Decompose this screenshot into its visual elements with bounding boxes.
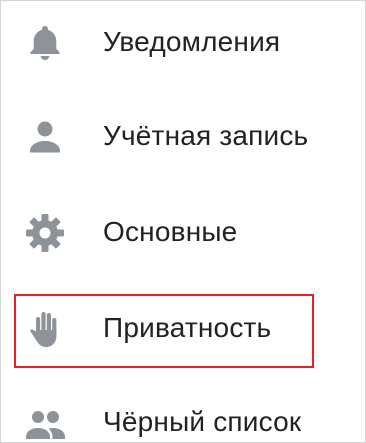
gear-icon — [23, 211, 67, 255]
menu-item-account[interactable]: Учётная запись — [1, 105, 365, 169]
people-icon — [23, 401, 67, 442]
menu-item-label: Чёрный список — [103, 406, 302, 437]
menu-item-privacy[interactable]: Приватность — [1, 297, 365, 361]
hand-icon — [23, 307, 67, 351]
settings-screen: Уведомления Учётная запись Основные Прив… — [0, 0, 366, 443]
bell-icon — [23, 21, 67, 65]
person-icon — [23, 115, 67, 159]
menu-item-notifications[interactable]: Уведомления — [1, 11, 365, 75]
menu-item-label: Уведомления — [103, 26, 281, 57]
menu-item-label: Основные — [103, 216, 238, 247]
menu-item-blacklist[interactable]: Чёрный список — [1, 391, 365, 442]
menu-item-general[interactable]: Основные — [1, 201, 365, 265]
menu-item-label: Приватность — [103, 312, 272, 343]
menu-item-label: Учётная запись — [103, 120, 309, 151]
